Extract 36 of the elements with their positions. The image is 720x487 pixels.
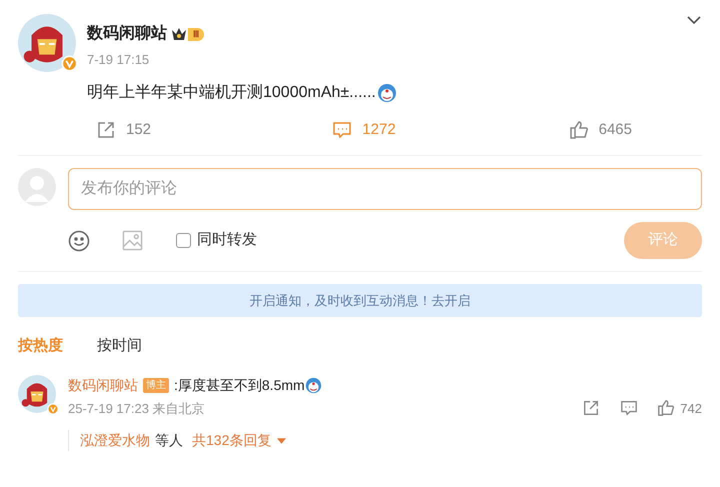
- post-text: 明年上半年某中端机开测10000mAh±......: [87, 82, 376, 102]
- verified-badge-icon: [61, 55, 78, 72]
- like-button[interactable]: 742: [657, 398, 702, 418]
- crown-icon: [171, 27, 187, 41]
- comment-time: 25-7-19 17:23 来自北京: [68, 400, 205, 418]
- commenter-name[interactable]: 数码闲聊站: [68, 374, 138, 396]
- comment-icon: [332, 120, 352, 140]
- commenter-avatar[interactable]: [18, 374, 56, 412]
- action-button[interactable]: 152: [96, 118, 275, 141]
- thumbs-up-icon: [657, 399, 676, 418]
- post-time: 7-19 17:15: [87, 51, 150, 69]
- reply-icon[interactable]: [620, 399, 638, 418]
- caret-icon: [277, 438, 286, 444]
- repost-checkbox[interactable]: [176, 233, 191, 248]
- action-button[interactable]: 6465: [453, 118, 632, 141]
- emoji-icon: [376, 82, 397, 102]
- comment-input-field[interactable]: 发布你的评论: [68, 168, 702, 210]
- level-badge: Ⅲ: [188, 28, 204, 40]
- verified-badge-icon: [47, 402, 59, 414]
- reply-suffix: 等人: [155, 431, 183, 450]
- sort-tab[interactable]: 按时间: [97, 335, 142, 358]
- author-name[interactable]: 数码闲聊站: [87, 22, 167, 46]
- action-button[interactable]: 1272: [274, 118, 454, 141]
- emoji-icon: [304, 376, 322, 394]
- sort-tab[interactable]: 按热度: [18, 335, 63, 358]
- repost-label: 同时转发: [197, 230, 257, 250]
- smiley-icon[interactable]: [68, 230, 90, 252]
- notification-banner[interactable]: 开启通知，及时收到互动消息！去开启: [18, 284, 702, 317]
- author-badge: 博主: [143, 378, 169, 392]
- share-icon[interactable]: [582, 399, 600, 418]
- share-icon: [96, 120, 116, 140]
- reply-user-name[interactable]: 泓澄爱水物: [80, 430, 150, 451]
- avatar[interactable]: [18, 14, 76, 72]
- thumbs-up-icon: [568, 120, 589, 140]
- view-replies-link[interactable]: 共132条回复: [192, 430, 286, 451]
- comment-text: :厚度甚至不到8.5mm: [174, 376, 305, 394]
